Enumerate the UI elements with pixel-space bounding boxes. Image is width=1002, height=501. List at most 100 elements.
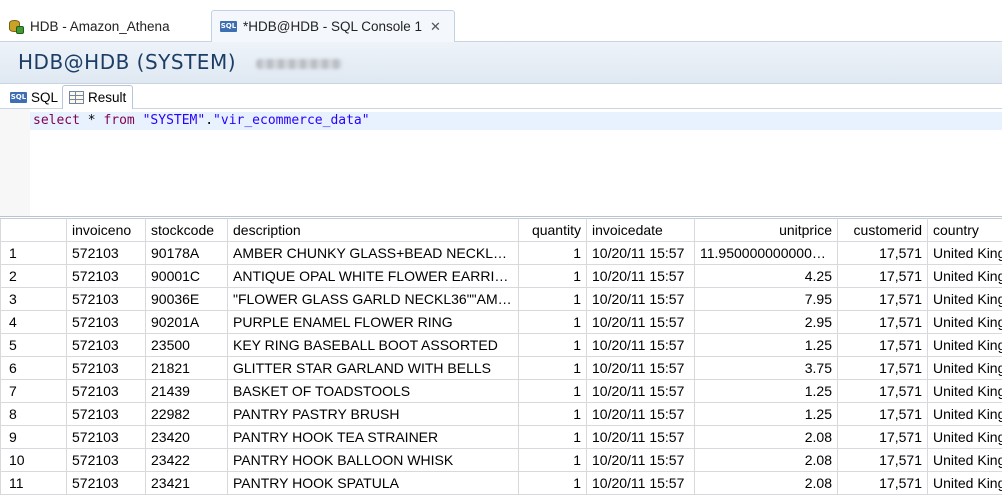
- table-row[interactable]: 11 572103 23421 PANTRY HOOK SPATULA 1 10/20/1…: [0, 471, 1002, 495]
- cell-unitprice[interactable]: 1.25: [694, 333, 838, 357]
- cell-quantity[interactable]: 1: [518, 425, 587, 449]
- cell-description[interactable]: PANTRY HOOK SPATULA: [227, 471, 519, 495]
- cell-country[interactable]: United Kingdom: [927, 402, 1002, 426]
- cell-row-number[interactable]: 10: [0, 448, 67, 472]
- column-header-unitprice[interactable]: unitprice: [694, 218, 838, 242]
- cell-country[interactable]: United Kingdom: [927, 287, 1002, 311]
- cell-country[interactable]: United Kingdom: [927, 310, 1002, 334]
- cell-customerid[interactable]: 17,571: [837, 425, 928, 449]
- cell-quantity[interactable]: 1: [518, 379, 587, 403]
- cell-quantity[interactable]: 1: [518, 333, 587, 357]
- cell-quantity[interactable]: 1: [518, 402, 587, 426]
- cell-description[interactable]: PURPLE ENAMEL FLOWER RING: [227, 310, 519, 334]
- cell-invoicedate[interactable]: 10/20/11 15:57: [586, 264, 695, 288]
- cell-invoicedate[interactable]: 10/20/11 15:57: [586, 241, 695, 265]
- cell-description[interactable]: AMBER CHUNKY GLASS+BEAD NECKLACE: [227, 241, 519, 265]
- column-header-row-number[interactable]: [0, 218, 67, 242]
- cell-invoiceno[interactable]: 572103: [66, 356, 146, 380]
- table-row[interactable]: 10 572103 23422 PANTRY HOOK BALLOON WHISK 1 1…: [0, 448, 1002, 472]
- cell-unitprice[interactable]: 2.08: [694, 425, 838, 449]
- cell-stockcode[interactable]: 22982: [145, 402, 228, 426]
- cell-quantity[interactable]: 1: [518, 448, 587, 472]
- cell-unitprice[interactable]: 11.950000000000001: [694, 241, 838, 265]
- table-row[interactable]: 5 572103 23500 KEY RING BASEBALL BOOT ASSOR…: [0, 333, 1002, 357]
- cell-quantity[interactable]: 1: [518, 241, 587, 265]
- cell-unitprice[interactable]: 7.95: [694, 287, 838, 311]
- cell-row-number[interactable]: 2: [0, 264, 67, 288]
- cell-invoiceno[interactable]: 572103: [66, 264, 146, 288]
- table-row[interactable]: 3 572103 90036E "FLOWER GLASS GARLD NECKL36…: [0, 287, 1002, 311]
- cell-invoiceno[interactable]: 572103: [66, 402, 146, 426]
- cell-country[interactable]: United Kingdom: [927, 333, 1002, 357]
- column-header-stockcode[interactable]: stockcode: [145, 218, 228, 242]
- editor-tab-amazon-athena[interactable]: HDB - Amazon_Athena: [0, 10, 211, 42]
- cell-customerid[interactable]: 17,571: [837, 379, 928, 403]
- cell-description[interactable]: GLITTER STAR GARLAND WITH BELLS: [227, 356, 519, 380]
- table-row[interactable]: 8 572103 22982 PANTRY PASTRY BRUSH 1 10/20/11…: [0, 402, 1002, 426]
- cell-stockcode[interactable]: 23420: [145, 425, 228, 449]
- cell-unitprice[interactable]: 2.95: [694, 310, 838, 334]
- cell-invoiceno[interactable]: 572103: [66, 471, 146, 495]
- cell-unitprice[interactable]: 4.25: [694, 264, 838, 288]
- column-header-invoicedate[interactable]: invoicedate: [586, 218, 695, 242]
- cell-invoicedate[interactable]: 10/20/11 15:57: [586, 310, 695, 334]
- tab-result[interactable]: Result: [62, 85, 134, 109]
- cell-customerid[interactable]: 17,571: [837, 333, 928, 357]
- cell-row-number[interactable]: 1: [0, 241, 67, 265]
- cell-stockcode[interactable]: 23500: [145, 333, 228, 357]
- cell-customerid[interactable]: 17,571: [837, 402, 928, 426]
- cell-unitprice[interactable]: 2.08: [694, 448, 838, 472]
- cell-country[interactable]: United Kingdom: [927, 379, 1002, 403]
- cell-invoiceno[interactable]: 572103: [66, 287, 146, 311]
- cell-stockcode[interactable]: 90001C: [145, 264, 228, 288]
- cell-unitprice[interactable]: 3.75: [694, 356, 838, 380]
- cell-row-number[interactable]: 11: [0, 471, 67, 495]
- table-row[interactable]: 1 572103 90178A AMBER CHUNKY GLASS+BEAD NEC…: [0, 241, 1002, 265]
- cell-description[interactable]: "FLOWER GLASS GARLD NECKL36""AME...: [227, 287, 519, 311]
- editor-tab-sql-console[interactable]: SQL *HDB@HDB - SQL Console 1 ✕: [211, 10, 455, 42]
- cell-invoicedate[interactable]: 10/20/11 15:57: [586, 356, 695, 380]
- cell-invoiceno[interactable]: 572103: [66, 241, 146, 265]
- cell-description[interactable]: PANTRY PASTRY BRUSH: [227, 402, 519, 426]
- cell-invoiceno[interactable]: 572103: [66, 333, 146, 357]
- cell-invoiceno[interactable]: 572103: [66, 379, 146, 403]
- cell-invoicedate[interactable]: 10/20/11 15:57: [586, 287, 695, 311]
- cell-row-number[interactable]: 3: [0, 287, 67, 311]
- table-row[interactable]: 6 572103 21821 GLITTER STAR GARLAND WITH BE…: [0, 356, 1002, 380]
- cell-row-number[interactable]: 9: [0, 425, 67, 449]
- cell-customerid[interactable]: 17,571: [837, 241, 928, 265]
- cell-invoiceno[interactable]: 572103: [66, 425, 146, 449]
- column-header-description[interactable]: description: [227, 218, 519, 242]
- cell-customerid[interactable]: 17,571: [837, 448, 928, 472]
- cell-invoiceno[interactable]: 572103: [66, 448, 146, 472]
- cell-stockcode[interactable]: 90178A: [145, 241, 228, 265]
- cell-country[interactable]: United Kingdom: [927, 241, 1002, 265]
- cell-row-number[interactable]: 4: [0, 310, 67, 334]
- cell-stockcode[interactable]: 21821: [145, 356, 228, 380]
- cell-customerid[interactable]: 17,571: [837, 356, 928, 380]
- cell-row-number[interactable]: 7: [0, 379, 67, 403]
- cell-unitprice[interactable]: 2.08: [694, 471, 838, 495]
- cell-stockcode[interactable]: 23421: [145, 471, 228, 495]
- cell-row-number[interactable]: 6: [0, 356, 67, 380]
- cell-quantity[interactable]: 1: [518, 471, 587, 495]
- cell-description[interactable]: BASKET OF TOADSTOOLS: [227, 379, 519, 403]
- sql-editor[interactable]: select * from "SYSTEM"."vir_ecommerce_da…: [0, 109, 1002, 217]
- cell-stockcode[interactable]: 90201A: [145, 310, 228, 334]
- cell-customerid[interactable]: 17,571: [837, 287, 928, 311]
- table-row[interactable]: 9 572103 23420 PANTRY HOOK TEA STRAINER 1 10/…: [0, 425, 1002, 449]
- sql-statement[interactable]: select * from "SYSTEM"."vir_ecommerce_da…: [33, 112, 370, 130]
- table-row[interactable]: 4 572103 90201A PURPLE ENAMEL FLOWER RING 1 1…: [0, 310, 1002, 334]
- column-header-country[interactable]: country: [927, 218, 1002, 242]
- cell-country[interactable]: United Kingdom: [927, 356, 1002, 380]
- table-row[interactable]: 7 572103 21439 BASKET OF TOADSTOOLS 1 10/20/1…: [0, 379, 1002, 403]
- cell-invoicedate[interactable]: 10/20/11 15:57: [586, 379, 695, 403]
- table-row[interactable]: 2 572103 90001C ANTIQUE OPAL WHITE FLOWER E…: [0, 264, 1002, 288]
- cell-country[interactable]: United Kingdom: [927, 471, 1002, 495]
- column-header-customerid[interactable]: customerid: [837, 218, 928, 242]
- cell-customerid[interactable]: 17,571: [837, 264, 928, 288]
- cell-invoicedate[interactable]: 10/20/11 15:57: [586, 425, 695, 449]
- cell-invoicedate[interactable]: 10/20/11 15:57: [586, 402, 695, 426]
- cell-stockcode[interactable]: 21439: [145, 379, 228, 403]
- column-header-quantity[interactable]: quantity: [518, 218, 587, 242]
